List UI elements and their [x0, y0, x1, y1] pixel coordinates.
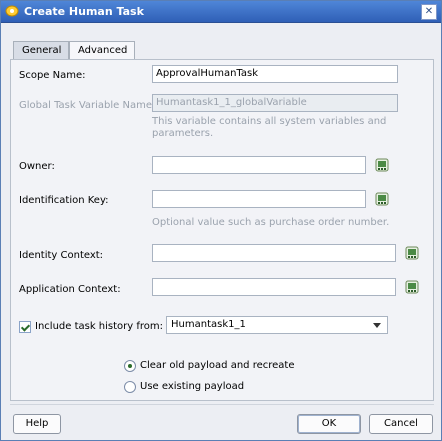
identity-context-label: Identity Context: [19, 250, 104, 261]
dialog-window: Create Human Task ✕ General Advanced Sco… [0, 0, 442, 441]
radio-use-existing[interactable] [124, 381, 136, 393]
expression-builder-icon[interactable] [405, 280, 419, 294]
cancel-button[interactable]: Cancel [369, 414, 433, 434]
application-context-label: Application Context: [19, 284, 121, 295]
scope-name-label: Scope Name: [19, 70, 86, 81]
help-button[interactable]: Help [13, 414, 61, 434]
application-context-input[interactable] [152, 278, 396, 296]
advanced-panel: Scope Name: ApprovalHumanTask Global Tas… [10, 59, 434, 401]
global-task-variable-help: This variable contains all system variab… [152, 116, 387, 139]
tab-general[interactable]: General [13, 41, 69, 59]
scope-name-input[interactable]: ApprovalHumanTask [152, 65, 398, 83]
history-task-select[interactable]: Humantask1_1 [166, 316, 388, 334]
close-icon[interactable]: ✕ [421, 4, 437, 20]
global-task-variable-label: Global Task Variable Name: [19, 100, 156, 111]
expression-builder-icon[interactable] [375, 158, 389, 172]
title-bar[interactable]: Create Human Task ✕ [1, 1, 441, 23]
identification-key-input[interactable] [152, 190, 366, 208]
owner-input[interactable] [152, 156, 366, 174]
app-icon [5, 5, 19, 17]
expression-builder-icon[interactable] [405, 246, 419, 260]
ok-button[interactable]: OK [297, 414, 361, 434]
chevron-down-icon [373, 323, 381, 328]
global-task-variable-input: Humantask1_1_globalVariable [152, 94, 398, 112]
tab-advanced[interactable]: Advanced [69, 41, 135, 59]
identity-context-input[interactable] [152, 244, 396, 262]
include-history-label: Include task history from: [35, 321, 164, 332]
owner-label: Owner: [19, 161, 55, 172]
identification-key-label: Identification Key: [19, 195, 109, 206]
identification-key-help: Optional value such as purchase order nu… [152, 217, 390, 228]
window-title: Create Human Task [24, 5, 144, 18]
radio-clear-payload[interactable] [124, 360, 136, 372]
expression-builder-icon[interactable] [375, 192, 389, 206]
bottom-separator [10, 404, 434, 405]
radio-use-existing-label: Use existing payload [140, 381, 245, 392]
radio-clear-payload-label: Clear old payload and recreate [140, 360, 295, 371]
include-history-checkbox[interactable] [19, 321, 31, 333]
